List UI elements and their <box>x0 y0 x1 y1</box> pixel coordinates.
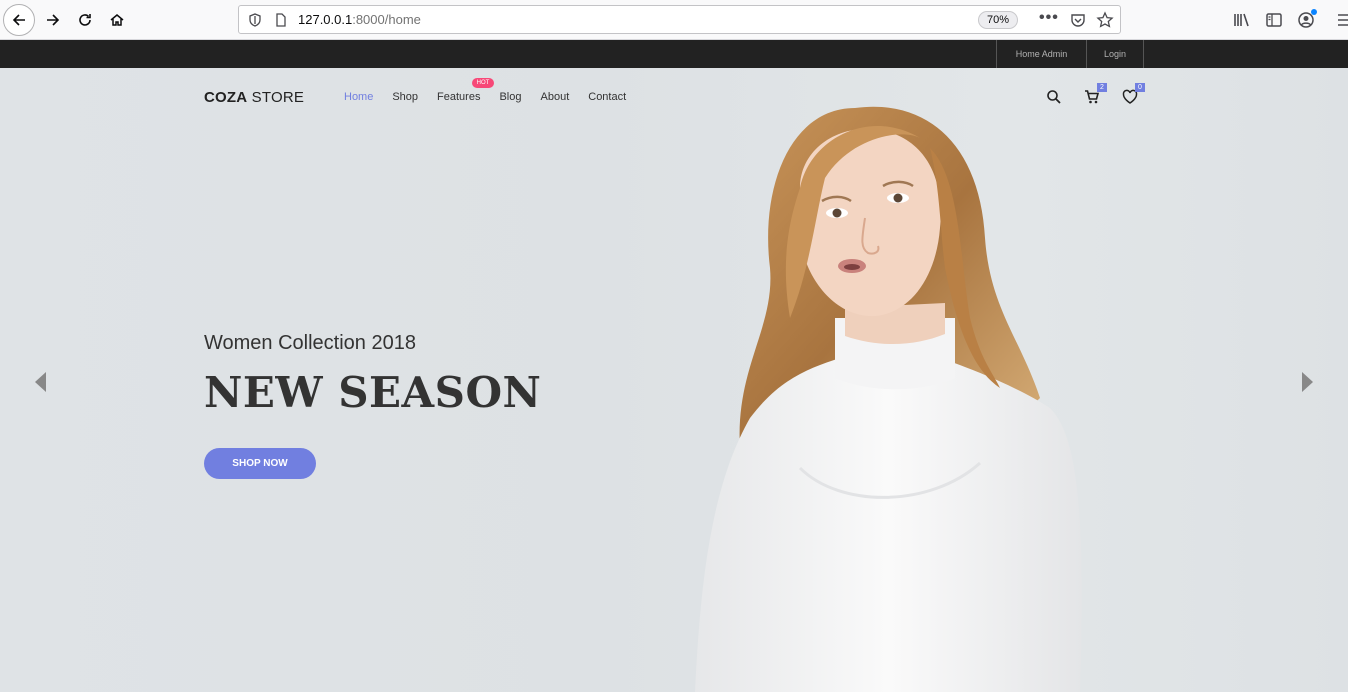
hot-badge: HOT <box>472 78 494 88</box>
menu-item-contact[interactable]: Contact <box>588 91 626 103</box>
home-icon <box>110 14 124 26</box>
hero-subtitle: Women Collection 2018 <box>204 332 416 354</box>
top-bar: Home Admin Login <box>0 40 1348 68</box>
url-host: 127.0.0.1 <box>298 12 353 27</box>
browser-toolbar: 127.0.0.1:8000/home 70% ••• <box>0 0 1348 40</box>
menu-icon[interactable] <box>1336 10 1348 30</box>
url-path: :8000/home <box>352 12 421 27</box>
zoom-level-badge[interactable]: 70% <box>978 11 1018 29</box>
menu-item-about[interactable]: About <box>541 91 570 103</box>
back-button[interactable] <box>3 4 35 36</box>
logo-bold-text: COZA <box>204 89 248 106</box>
prev-slide-arrow-icon[interactable] <box>34 371 48 393</box>
account-notification-dot <box>1311 9 1317 15</box>
library-icon[interactable] <box>1232 10 1252 30</box>
forward-icon <box>47 14 60 26</box>
cart-count-badge: 2 <box>1097 83 1107 92</box>
wishlist-count-badge: 0 <box>1135 83 1145 92</box>
menu-item-shop[interactable]: Shop <box>392 91 418 103</box>
menu-item-features[interactable]: Features <box>437 91 480 103</box>
back-icon <box>12 14 25 26</box>
store-logo[interactable]: COZA STORE <box>204 89 304 106</box>
hero-slider: COZA STORE Home Shop Features Blog About… <box>0 68 1348 692</box>
hero-title: NEW SEASON <box>204 368 542 417</box>
page-icon[interactable] <box>273 12 289 28</box>
star-icon[interactable] <box>1096 11 1114 29</box>
home-button[interactable] <box>101 4 133 36</box>
url-text[interactable]: 127.0.0.1:8000/home <box>298 12 421 27</box>
model-photo <box>695 106 1082 692</box>
menu-item-home[interactable]: Home <box>344 91 373 103</box>
menu-item-blog[interactable]: Blog <box>499 91 521 103</box>
next-slide-arrow-icon[interactable] <box>1300 371 1314 393</box>
reload-button[interactable] <box>69 4 101 36</box>
more-icon[interactable]: ••• <box>1039 9 1059 27</box>
sidebar-icon[interactable] <box>1264 10 1284 30</box>
search-icon[interactable] <box>1046 89 1062 105</box>
reload-icon <box>79 14 91 26</box>
forward-button[interactable] <box>37 4 69 36</box>
login-link[interactable]: Login <box>1086 40 1144 68</box>
home-admin-link[interactable]: Home Admin <box>996 40 1086 68</box>
shield-icon[interactable] <box>247 12 263 28</box>
main-menu: Home Shop Features Blog About Contact <box>344 91 645 103</box>
url-bar[interactable]: 127.0.0.1:8000/home 70% ••• <box>238 5 1121 34</box>
logo-rest-text: STORE <box>247 89 305 106</box>
pocket-icon[interactable] <box>1070 12 1086 28</box>
shop-now-button[interactable]: SHOP NOW <box>204 448 316 479</box>
